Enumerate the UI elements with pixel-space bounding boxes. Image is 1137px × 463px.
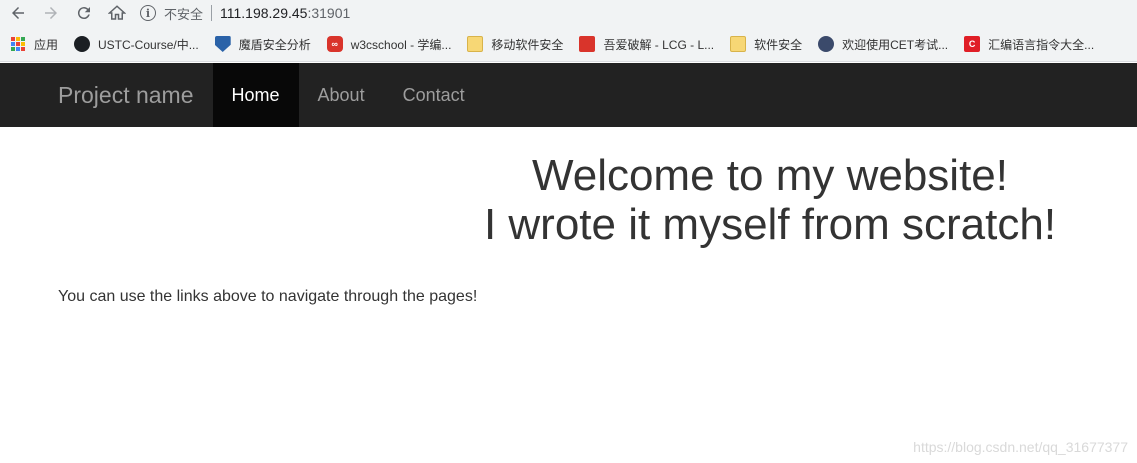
url-separator — [211, 5, 213, 21]
bookmark-label: 吾爱破解 - LCG - L... — [603, 37, 715, 52]
brand-link[interactable]: Project name — [0, 63, 213, 127]
bookmarks-bar: 应用 USTC-Course/中... 魔盾安全分析 ∞ w3cschool -… — [0, 26, 1137, 62]
main-content: Welcome to my website! I wrote it myself… — [0, 127, 1137, 463]
bookmark-label: w3cschool - 学编... — [350, 37, 452, 52]
lead-text: You can use the links above to navigate … — [58, 288, 478, 305]
bookmark-apps[interactable]: 应用 — [10, 36, 58, 53]
bookmark-w3cschool[interactable]: ∞ w3cschool - 学编... — [326, 36, 452, 53]
bookmark-label: 汇编语言指令大全... — [988, 37, 1095, 52]
bookmark-modun[interactable]: 魔盾安全分析 — [214, 36, 311, 53]
forward-button[interactable] — [39, 1, 63, 25]
bookmark-ustc-course[interactable]: USTC-Course/中... — [74, 36, 199, 53]
back-arrow-icon — [12, 7, 24, 19]
bookmark-label: 魔盾安全分析 — [238, 37, 311, 52]
url-host: 111.198.29.45 — [220, 5, 308, 21]
bookmark-label: 欢迎使用CET考试... — [842, 37, 949, 52]
site-navbar: Project name Home About Contact — [0, 63, 1137, 127]
csdn-icon: C — [964, 36, 981, 52]
bookmark-label: USTC-Course/中... — [98, 37, 199, 52]
nav-home[interactable]: Home — [212, 63, 299, 127]
bookmark-label: 软件安全 — [754, 37, 803, 52]
watermark: https://blog.csdn.net/qq_31677377 — [913, 439, 1128, 455]
reload-icon — [77, 7, 90, 20]
52pojie-icon — [579, 36, 596, 52]
home-button[interactable] — [105, 1, 129, 25]
shield-icon — [214, 36, 231, 52]
nav-contact[interactable]: Contact — [384, 63, 484, 127]
bookmark-software-security[interactable]: 软件安全 — [730, 36, 802, 53]
reload-button[interactable] — [72, 1, 96, 25]
browser-chrome: i 不安全 111.198.29.45 :31901 应用 USTC-Cours… — [0, 0, 1137, 62]
bookmark-assembly[interactable]: C 汇编语言指令大全... — [964, 36, 1094, 53]
bookmark-mobile-security[interactable]: 移动软件安全 — [467, 36, 563, 53]
info-icon[interactable]: i — [140, 5, 156, 21]
forward-arrow-icon — [45, 7, 57, 19]
cet-icon — [818, 36, 835, 52]
apps-icon — [10, 36, 26, 52]
insecure-label: 不安全 — [164, 6, 204, 22]
bookmark-label: 移动软件安全 — [491, 37, 564, 52]
folder-icon — [467, 36, 484, 52]
back-button[interactable] — [6, 1, 30, 25]
nav-about[interactable]: About — [299, 63, 384, 127]
bookmark-52pojie[interactable]: 吾爱破解 - LCG - L... — [579, 36, 714, 53]
hero-line-2: I wrote it myself from scratch! — [483, 200, 1057, 249]
home-icon — [108, 5, 126, 20]
github-icon — [74, 36, 91, 52]
w3cschool-icon: ∞ — [326, 36, 343, 52]
bookmark-label: 应用 — [34, 37, 59, 52]
bookmark-cet[interactable]: 欢迎使用CET考试... — [818, 36, 948, 53]
hero-line-1: Welcome to my website! — [531, 151, 1008, 200]
url-port: :31901 — [307, 5, 351, 21]
browser-nav-row: i 不安全 111.198.29.45 :31901 — [0, 0, 1137, 26]
folder-icon — [730, 36, 747, 52]
hero-heading: Welcome to my website! I wrote it myself… — [400, 151, 1137, 249]
address-bar[interactable]: i 不安全 111.198.29.45 :31901 — [140, 1, 1137, 25]
